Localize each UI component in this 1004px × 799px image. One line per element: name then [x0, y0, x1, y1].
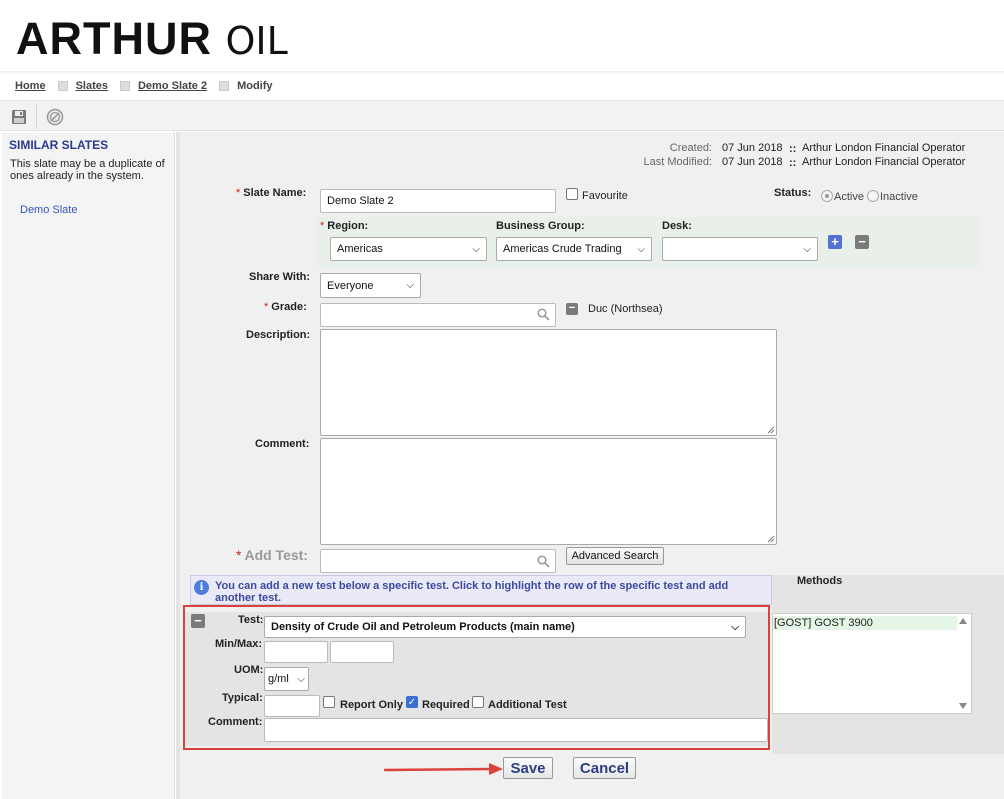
search-icon[interactable]: [537, 308, 550, 321]
similar-slate-link[interactable]: Demo Slate: [20, 204, 77, 216]
remove-org-button[interactable]: −: [855, 235, 869, 249]
cancel-circle-icon: [46, 108, 63, 125]
favourite-label: Favourite: [582, 190, 628, 202]
info-icon: i: [194, 580, 209, 595]
add-org-button[interactable]: +: [828, 235, 842, 249]
breadcrumb-current: Modify: [237, 80, 273, 92]
business-group-select[interactable]: Americas Crude Trading ⌵: [496, 237, 652, 261]
favourite-checkbox[interactable]: [566, 188, 578, 200]
status-label: Status:: [774, 187, 812, 199]
modified-date: 07 Jun 2018: [722, 156, 783, 168]
info-text: You can add a new test below a specific …: [215, 580, 729, 604]
comment-label: Comment:: [255, 438, 310, 450]
add-test-input[interactable]: [320, 549, 556, 573]
add-test-label: * Add Test:: [236, 547, 308, 563]
created-label: Created:: [669, 142, 712, 154]
method-item[interactable]: [GOST] GOST 3900: [773, 616, 957, 630]
brand-word-2: OIL: [225, 19, 288, 63]
desk-select[interactable]: ⌵: [662, 237, 818, 261]
save-toolbar-button[interactable]: [1, 101, 36, 132]
brand-word-1: ARTHUR: [16, 13, 212, 64]
scroll-down-icon[interactable]: [959, 703, 967, 709]
resize-grip-icon[interactable]: [767, 535, 775, 543]
grade-tag: Duc (Northsea): [588, 303, 663, 315]
sidebar-title: SIMILAR SLATES: [9, 138, 109, 152]
share-with-label: Share With:: [249, 271, 311, 283]
similar-slates-sidebar: [2, 132, 175, 799]
status-active-label: Active: [834, 191, 864, 203]
resize-grip-icon[interactable]: [767, 426, 775, 434]
chevron-down-icon: ⌵: [472, 243, 480, 255]
region-select[interactable]: Americas ⌵: [330, 237, 487, 261]
breadcrumb-separator-icon: [219, 81, 230, 91]
breadcrumb-separator-icon: [119, 81, 130, 91]
modified-by: Arthur London Financial Operator: [802, 156, 966, 168]
methods-scrollbar[interactable]: [956, 614, 971, 713]
modified-sep: ::: [789, 157, 797, 169]
sidebar-description: This slate may be a duplicate of ones al…: [10, 158, 165, 182]
status-inactive-label: Inactive: [880, 191, 918, 203]
cancel-toolbar-button[interactable]: [37, 101, 72, 132]
floppy-disk-icon: [11, 109, 26, 124]
modified-label: Last Modified:: [643, 156, 712, 168]
breadcrumb-home[interactable]: Home: [15, 80, 46, 92]
breadcrumb-demo-slate[interactable]: Demo Slate 2: [138, 80, 207, 92]
chevron-down-icon: ⌵: [637, 243, 645, 255]
chevron-down-icon: ⌵: [803, 243, 811, 255]
grade-label: * Grade:: [264, 301, 307, 313]
cancel-button[interactable]: Cancel: [573, 757, 636, 779]
created-by: Arthur London Financial Operator: [802, 142, 966, 154]
scroll-up-icon[interactable]: [959, 618, 967, 624]
share-with-select[interactable]: Everyone ⌵: [320, 273, 421, 298]
slate-name-input[interactable]: Demo Slate 2: [320, 189, 556, 213]
highlight-annotation-box: [183, 605, 770, 750]
description-textarea[interactable]: [320, 329, 777, 436]
advanced-search-button[interactable]: Advanced Search: [566, 547, 664, 565]
toolbar: [0, 100, 1004, 131]
arrow-annotation-icon: [383, 763, 503, 775]
save-button[interactable]: Save: [503, 757, 553, 779]
description-label: Description:: [246, 329, 311, 341]
methods-label: Methods: [797, 575, 843, 587]
status-active-radio[interactable]: [821, 190, 833, 202]
header-divider: [0, 71, 1004, 75]
remove-grade-button[interactable]: −: [566, 303, 578, 315]
comment-textarea[interactable]: [320, 438, 777, 545]
search-icon[interactable]: [537, 555, 550, 568]
region-label: * Region:: [320, 220, 369, 232]
breadcrumb: Home Slates Demo Slate 2 Modify: [15, 80, 273, 92]
chevron-down-icon: ⌵: [406, 280, 414, 291]
brand-logo: ARTHUR OIL: [16, 14, 288, 66]
breadcrumb-separator-icon: [57, 81, 68, 91]
business-group-label: Business Group:: [496, 220, 585, 232]
desk-label: Desk:: [662, 220, 692, 232]
grade-input[interactable]: [320, 303, 556, 327]
created-sep: ::: [789, 143, 797, 155]
breadcrumb-slates[interactable]: Slates: [76, 80, 108, 92]
slate-name-label: * Slate Name:: [236, 187, 307, 199]
created-date: 07 Jun 2018: [722, 142, 783, 154]
status-inactive-radio[interactable]: [867, 190, 879, 202]
